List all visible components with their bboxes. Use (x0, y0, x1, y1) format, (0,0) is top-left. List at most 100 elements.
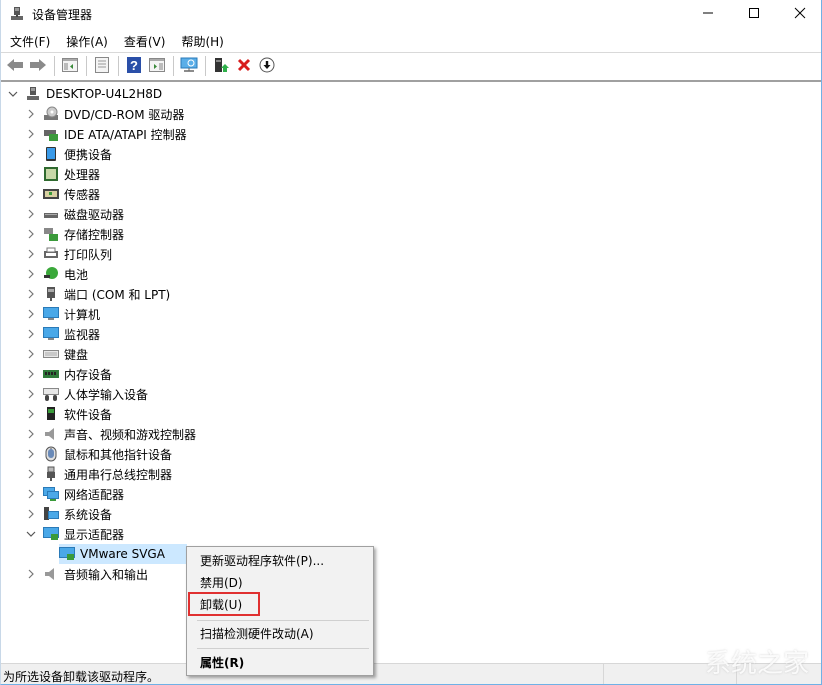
tree-category-label: 存储控制器 (64, 227, 125, 242)
tree-category[interactable]: 便携设备 (25, 144, 112, 164)
disable-button[interactable] (256, 55, 278, 77)
tree-category[interactable]: 显示适配器 (25, 524, 124, 544)
port-icon (43, 286, 59, 302)
menu-help[interactable]: 帮助(H) (174, 30, 230, 52)
maximize-button[interactable] (731, 0, 777, 28)
software-device-icon (43, 406, 59, 422)
chevron-right-icon[interactable] (25, 328, 37, 340)
tree-category-label: 键盘 (64, 347, 89, 362)
sound-icon (43, 426, 59, 442)
tree-category[interactable]: 监视器 (25, 324, 100, 344)
ide-controller-icon (43, 126, 59, 142)
ctx-disable[interactable]: 禁用(D) (187, 571, 373, 593)
uninstall-button[interactable] (233, 55, 255, 77)
tree-root-computer[interactable]: DESKTOP-U4L2H8D (7, 84, 162, 104)
tree-category[interactable]: 系统设备 (25, 504, 112, 524)
display-adapter-icon (43, 526, 59, 542)
tree-category-label: 便携设备 (64, 147, 113, 162)
scan-hardware-icon (180, 57, 198, 76)
close-button[interactable] (777, 0, 822, 28)
tree-category[interactable]: 人体学输入设备 (25, 384, 148, 404)
chevron-right-icon[interactable] (25, 568, 37, 580)
show-action-pane-icon (149, 57, 165, 75)
forward-button[interactable] (27, 55, 49, 77)
chevron-down-icon[interactable] (25, 528, 37, 540)
scan-hardware-button[interactable] (178, 55, 200, 77)
chevron-right-icon[interactable] (25, 408, 37, 420)
chevron-right-icon[interactable] (25, 108, 37, 120)
properties-icon (94, 56, 110, 76)
chevron-right-icon[interactable] (25, 248, 37, 260)
tree-category[interactable]: IDE ATA/ATAPI 控制器 (25, 124, 187, 144)
menu-bar: 文件(F) 操作(A) 查看(V) 帮助(H) (1, 30, 821, 52)
chevron-down-icon[interactable] (7, 88, 19, 100)
update-driver-button[interactable] (210, 55, 232, 77)
minimize-button[interactable] (685, 0, 731, 28)
tree-category[interactable]: 处理器 (25, 164, 100, 184)
ctx-update-driver[interactable]: 更新驱动程序软件(P)... (187, 549, 373, 571)
chevron-right-icon[interactable] (25, 208, 37, 220)
tree-category[interactable]: 软件设备 (25, 404, 112, 424)
chevron-right-icon[interactable] (25, 508, 37, 520)
tree-category[interactable]: 音频输入和输出 (25, 564, 148, 584)
chevron-right-icon[interactable] (25, 368, 37, 380)
tree-category[interactable]: 存储控制器 (25, 224, 124, 244)
menu-file[interactable]: 文件(F) (3, 30, 57, 52)
chevron-right-icon[interactable] (25, 348, 37, 360)
chevron-right-icon[interactable] (25, 488, 37, 500)
tree-category[interactable]: 网络适配器 (25, 484, 124, 504)
uninstall-icon (237, 58, 251, 75)
properties-button[interactable] (91, 55, 113, 77)
tree-device-vmware-svga[interactable]: VMware SVGA (59, 544, 187, 564)
chevron-right-icon[interactable] (25, 468, 37, 480)
chevron-right-icon[interactable] (25, 448, 37, 460)
back-button[interactable] (4, 55, 26, 77)
tree-category-label: 计算机 (64, 307, 101, 322)
toolbar-separator (54, 56, 55, 76)
menu-action[interactable]: 操作(A) (59, 30, 115, 52)
tree-category[interactable]: 传感器 (25, 184, 100, 204)
toolbar-separator (86, 56, 87, 76)
help-button[interactable]: ? (123, 55, 145, 77)
tree-category[interactable]: 内存设备 (25, 364, 112, 384)
tree-category[interactable]: 电池 (25, 264, 88, 284)
tree-category[interactable]: 键盘 (25, 344, 88, 364)
tree-category-label: 通用串行总线控制器 (64, 467, 173, 482)
chevron-right-icon[interactable] (25, 268, 37, 280)
tree-category-label: IDE ATA/ATAPI 控制器 (64, 127, 187, 142)
chevron-right-icon[interactable] (25, 128, 37, 140)
show-action-pane-button[interactable] (146, 55, 168, 77)
battery-icon (43, 266, 59, 282)
tree-category-label: 传感器 (64, 187, 101, 202)
tree-category[interactable]: DVD/CD-ROM 驱动器 (25, 104, 184, 124)
chevron-right-icon[interactable] (25, 388, 37, 400)
chevron-right-icon[interactable] (25, 188, 37, 200)
tree-category-label: 监视器 (64, 327, 101, 342)
tree-category[interactable]: 计算机 (25, 304, 100, 324)
system-device-icon (43, 506, 59, 522)
tree-category[interactable]: 端口 (COM 和 LPT) (25, 284, 170, 304)
sensor-icon (43, 186, 59, 202)
show-hide-console-tree-button[interactable] (59, 55, 81, 77)
chevron-right-icon[interactable] (25, 308, 37, 320)
tree-category-label: 网络适配器 (64, 487, 125, 502)
tree-category[interactable]: 打印队列 (25, 244, 112, 264)
keyboard-icon (43, 346, 59, 362)
chevron-right-icon[interactable] (25, 228, 37, 240)
watermark: 系统之家 (705, 643, 809, 680)
dvd-drive-icon (43, 106, 59, 122)
title-bar: 设备管理器 (1, 0, 821, 28)
chevron-right-icon[interactable] (25, 168, 37, 180)
tree-category[interactable]: 通用串行总线控制器 (25, 464, 172, 484)
tree-category[interactable]: 声音、视频和游戏控制器 (25, 424, 196, 444)
ctx-scan-hardware[interactable]: 扫描检测硬件改动(A) (187, 622, 373, 644)
ctx-properties[interactable]: 属性(R) (187, 651, 373, 673)
disk-drive-icon (43, 206, 59, 222)
tree-category-label: 音频输入和输出 (64, 567, 149, 582)
chevron-right-icon[interactable] (25, 288, 37, 300)
tree-category[interactable]: 鼠标和其他指针设备 (25, 444, 172, 464)
chevron-right-icon[interactable] (25, 428, 37, 440)
tree-category[interactable]: 磁盘驱动器 (25, 204, 124, 224)
menu-view[interactable]: 查看(V) (117, 30, 173, 52)
chevron-right-icon[interactable] (25, 148, 37, 160)
